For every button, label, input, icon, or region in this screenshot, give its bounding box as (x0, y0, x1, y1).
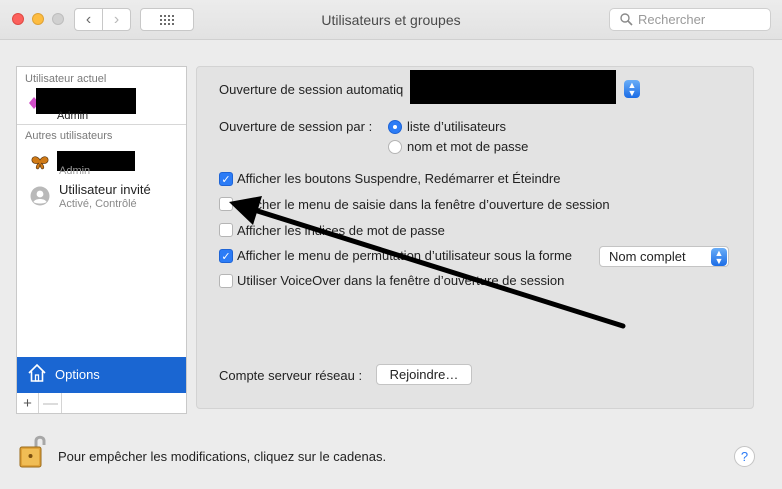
checkbox-show-power-buttons[interactable]: ✓ (219, 172, 233, 186)
guest-user-status: Activé, Contrôlé (59, 198, 137, 210)
current-user-header: Utilisateur actuel (25, 73, 107, 85)
guest-avatar-icon (30, 186, 50, 206)
network-account-label: Compte serveur réseau : (219, 368, 363, 383)
lock-button[interactable] (18, 433, 50, 469)
radio-user-list-label: liste d’utilisateurs (407, 119, 506, 134)
lock-hint-text: Pour empêcher les modifications, cliquez… (58, 449, 387, 464)
switch-format-select[interactable]: Nom complet ▲ ▼ (599, 246, 729, 267)
search-placeholder: Rechercher (638, 12, 706, 27)
checkmark-icon: ✓ (221, 173, 231, 186)
checkbox-voiceover-label: Utiliser VoiceOver dans la fenêtre d’ouv… (237, 273, 565, 288)
checkbox-fast-user-switching-label: Afficher le menu de permutation d’utilis… (237, 248, 573, 263)
redacted-user-name (410, 70, 616, 104)
checkbox-show-password-hints-label: Afficher les indices de mot de passe (237, 223, 445, 238)
users-sidebar: Utilisateur actuel Admin Autres utilisat… (16, 66, 187, 393)
add-user-button[interactable]: + (17, 393, 39, 413)
popup-arrows-icon: ▲ ▼ (711, 248, 727, 266)
unlocked-padlock-icon (19, 435, 46, 468)
other-user-item[interactable]: Admin (17, 147, 186, 177)
checkbox-fast-user-switching[interactable]: ✓ (219, 249, 233, 263)
butterfly-icon (31, 156, 49, 170)
checkbox-show-power-buttons-label: Afficher les boutons Suspendre, Redémarr… (237, 171, 561, 186)
checkbox-show-input-menu-label: Afficher le menu de saisie dans la fenêt… (237, 197, 610, 212)
popup-arrows-icon: ▲ ▼ (624, 80, 640, 98)
guest-user-name: Utilisateur invité (59, 182, 151, 197)
checkbox-show-input-menu[interactable] (219, 197, 233, 211)
search-field[interactable]: Rechercher (609, 8, 771, 31)
checkmark-icon: ✓ (221, 250, 231, 263)
search-icon (620, 13, 633, 26)
checkbox-show-password-hints[interactable] (219, 223, 233, 237)
automatic-login-label: Ouverture de session automatiq (219, 82, 404, 97)
other-users-header: Autres utilisateurs (25, 130, 113, 142)
checkbox-voiceover[interactable] (219, 274, 233, 288)
radio-user-list[interactable] (388, 120, 402, 134)
divider (17, 124, 186, 125)
house-icon (28, 363, 46, 382)
radio-name-password-label: nom et mot de passe (407, 139, 529, 154)
automatic-login-popup[interactable]: ▲ ▼ (410, 70, 642, 104)
options-label: Options (55, 367, 100, 382)
radio-name-password[interactable] (388, 140, 402, 154)
remove-user-button[interactable]: — (40, 393, 62, 413)
current-user-role: Admin (57, 110, 89, 122)
switch-format-value: Nom complet (609, 249, 686, 264)
login-options-item[interactable]: Options (17, 357, 186, 393)
current-user-item[interactable]: Admin (17, 85, 186, 123)
title-bar: ‹ › Utilisateurs et groupes Rechercher (0, 0, 782, 40)
login-display-label: Ouverture de session par : (219, 119, 373, 134)
join-button[interactable]: Rejoindre… (376, 364, 472, 385)
add-remove-bar: + — (16, 393, 187, 414)
help-button[interactable]: ? (734, 446, 755, 467)
other-user-role: Admin (59, 165, 91, 177)
